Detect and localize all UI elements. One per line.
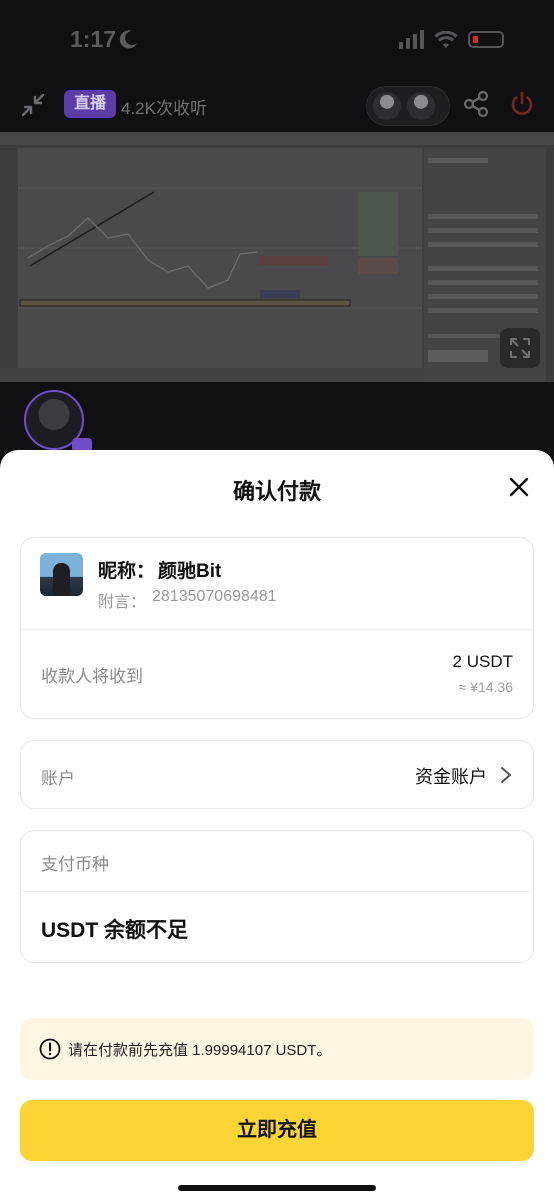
home-indicator <box>178 1185 376 1191</box>
payment-sheet: 确认付款 昵称： 颜驰Bit 附言： 28135070698481 收款人将收到… <box>0 450 554 1200</box>
cellular-signal-icon <box>399 30 424 49</box>
status-time: 1:17 <box>70 26 117 52</box>
moon-icon <box>119 30 137 49</box>
divider <box>21 891 533 892</box>
info-icon <box>39 1038 61 1060</box>
listener-count: 4.2K次收听 <box>121 99 207 118</box>
status-icons <box>399 30 504 49</box>
expand-icon <box>510 338 530 358</box>
currency-value[interactable]: USDT 余额不足 <box>41 914 188 944</box>
receive-label: 收款人将收到 <box>41 667 143 686</box>
audience-avatar <box>371 90 403 122</box>
stream-chart-graphic <box>18 187 422 309</box>
audience-avatars[interactable] <box>366 86 450 126</box>
deposit-notice: 请在付款前先充值 1.99994107 USDT。 <box>20 1018 534 1080</box>
live-topbar: 直播 4.2K次收听 <box>0 86 554 126</box>
currency-label: 支付币种 <box>41 855 109 874</box>
close-button[interactable] <box>504 472 534 502</box>
live-stream-video[interactable] <box>0 132 554 382</box>
chevron-right-icon <box>501 767 511 783</box>
sheet-title: 确认付款 <box>232 479 321 504</box>
recipient-avatar <box>40 553 83 596</box>
status-bar: 1:17 <box>0 22 554 56</box>
wifi-icon <box>434 30 458 48</box>
fullscreen-icon[interactable] <box>500 328 540 368</box>
audience-avatar <box>405 90 437 122</box>
receive-amount: 2 USDT <box>452 652 513 671</box>
memo-label: 附言： <box>98 594 147 611</box>
recipient-card: 昵称： 颜驰Bit 附言： 28135070698481 收款人将收到 2 US… <box>20 537 534 719</box>
nickname-label: 昵称： <box>98 561 156 582</box>
stream-chart-preview <box>18 148 422 370</box>
payment-currency-card: 支付币种 USDT 余额不足 <box>20 830 534 963</box>
account-selector[interactable]: 账户 资金账户 <box>20 740 534 809</box>
recipient-info: 昵称： 颜驰Bit 附言： 28135070698481 <box>21 538 533 630</box>
memo-value: 28135070698481 <box>152 588 277 605</box>
stream-toolbar <box>0 132 554 146</box>
battery-icon <box>468 31 504 48</box>
notice-text: 请在付款前先充值 1.99994107 USDT。 <box>68 1042 332 1059</box>
live-badge: 直播 <box>64 90 117 118</box>
stream-footer-tabs <box>0 368 424 382</box>
receive-approx-cny: ≈ ¥14.36 <box>458 679 513 695</box>
account-value: 资金账户 <box>415 767 487 787</box>
close-icon <box>509 477 529 497</box>
power-icon[interactable] <box>508 90 536 118</box>
account-label: 账户 <box>41 769 75 788</box>
collapse-icon[interactable] <box>20 92 46 118</box>
share-icon[interactable] <box>462 90 490 118</box>
nickname-value: 颜驰Bit <box>158 561 222 582</box>
deposit-now-button[interactable]: 立即充值 <box>20 1100 534 1161</box>
